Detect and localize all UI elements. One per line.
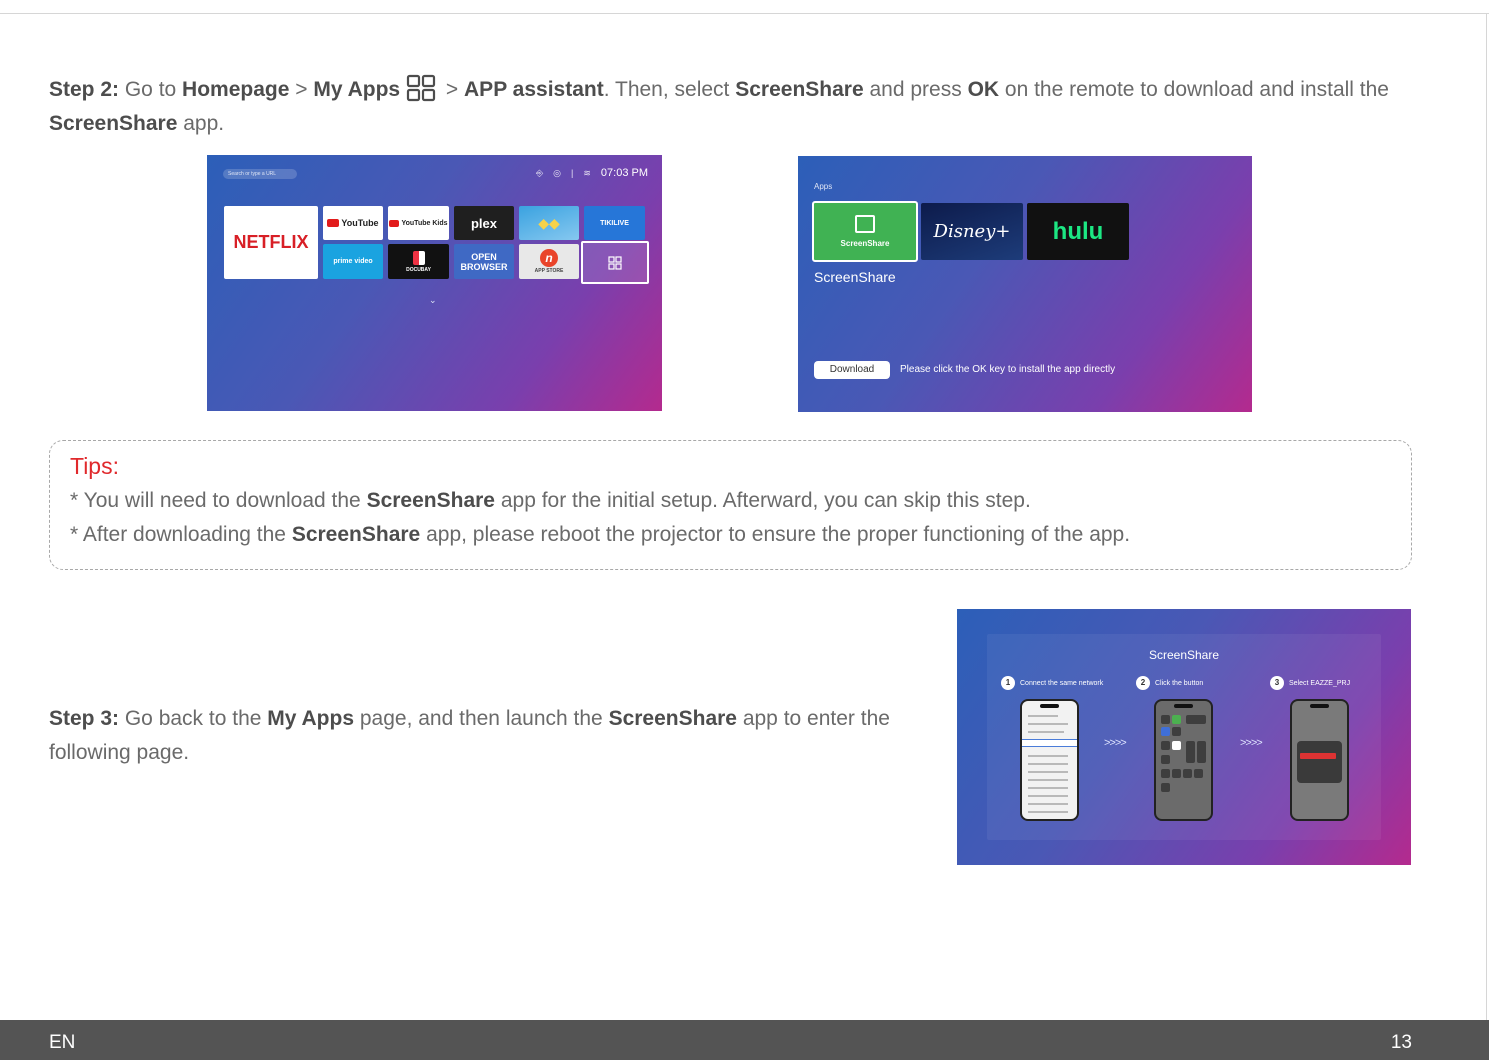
step-3-label: Step 3: bbox=[49, 707, 120, 730]
page-number: 13 bbox=[1390, 1032, 1412, 1053]
apps-grid-icon bbox=[608, 255, 622, 270]
netflix-tile: NETFLIX bbox=[224, 206, 318, 279]
step-1-instruction: 1 Connect the same network bbox=[1001, 676, 1103, 690]
app-assistant-term: APP assistant bbox=[464, 78, 604, 101]
tip-2: * After downloading the ScreenShare app,… bbox=[70, 523, 1131, 546]
open-browser-tile: OPEN BROWSER bbox=[454, 244, 514, 279]
top-rule bbox=[0, 13, 1489, 14]
app-store-logo-icon: n bbox=[540, 249, 558, 267]
download-button: Download bbox=[814, 361, 890, 379]
plex-tile: plex bbox=[454, 206, 514, 240]
app-store-tile: n APP STORE bbox=[519, 244, 579, 279]
tip-1: * You will need to download the ScreenSh… bbox=[70, 489, 1031, 512]
settings-icon: ◎ bbox=[553, 168, 562, 178]
home-screen-screenshot: Search or type a URL ⎆ ◎ | ≋ 07:03 PM NE… bbox=[207, 155, 662, 411]
divider-icon: | bbox=[571, 168, 574, 178]
screenshare-tile-selected: ScreenShare bbox=[812, 201, 918, 262]
screen-mirror-button bbox=[1172, 741, 1181, 750]
device-item bbox=[1300, 753, 1336, 759]
apps-grid-icon bbox=[406, 74, 436, 102]
app-assistant-screenshot: Apps ScreenShare Disney+ hulu ScreenShar… bbox=[798, 156, 1252, 412]
selected-app-name: ScreenShare bbox=[814, 269, 896, 285]
screenshare-icon bbox=[855, 215, 875, 233]
screenshare-app-screenshot: ScreenShare 1 Connect the same network 2C… bbox=[957, 609, 1411, 865]
youtube-kids-tile: YouTube Kids bbox=[388, 206, 449, 240]
step-2-label: Step 2: bbox=[49, 78, 120, 101]
phone-wifi-settings bbox=[1020, 699, 1079, 821]
homepage-term: Homepage bbox=[182, 78, 290, 101]
step-2-instruction: 2 Click the button bbox=[1136, 676, 1203, 690]
arrows-2-icon: >>>> bbox=[1240, 737, 1263, 749]
tikilive-tile: TIKILIVE bbox=[584, 206, 645, 240]
device-list-popup bbox=[1297, 741, 1342, 783]
screenshare-title: ScreenShare bbox=[1148, 648, 1220, 662]
apps-section-label: Apps bbox=[814, 182, 833, 191]
step-3-instruction: 3 Select EAZZE_PRJ bbox=[1270, 676, 1350, 690]
my-apps-tile-selected bbox=[581, 241, 649, 284]
clock: 07:03 PM bbox=[600, 167, 648, 179]
page-footer: EN 13 bbox=[0, 1020, 1489, 1060]
my-apps-term: My Apps bbox=[313, 78, 401, 101]
right-rule bbox=[1486, 13, 1487, 1020]
step-2-text: Step 2: Go to Homepage > My Apps > APP a… bbox=[49, 73, 1439, 141]
youtube-kids-logo-icon bbox=[389, 219, 400, 227]
selected-network-row bbox=[1022, 739, 1077, 747]
language-label: EN bbox=[49, 1032, 76, 1053]
tips-title: Tips: bbox=[70, 453, 119, 479]
youtube-logo-icon bbox=[327, 219, 340, 227]
wifi-icon: ≋ bbox=[583, 168, 591, 178]
chevron-down-icon: ⌄ bbox=[429, 295, 437, 305]
phone-select-device bbox=[1290, 699, 1349, 821]
url-search-bar: Search or type a URL bbox=[223, 169, 297, 179]
disney-plus-tile: Disney+ bbox=[921, 203, 1023, 260]
ok-term: OK bbox=[967, 78, 1000, 101]
game-tile: ◆◆ bbox=[519, 206, 579, 240]
step-3-text: Step 3: Go back to the My Apps page, and… bbox=[49, 707, 890, 764]
youtube-tile: YouTube bbox=[323, 206, 383, 240]
docubay-tile: DOCUBAY bbox=[388, 244, 449, 279]
install-hint: Please click the OK key to install the a… bbox=[900, 364, 1116, 375]
phone-control-center bbox=[1154, 699, 1213, 821]
docubay-logo-icon bbox=[412, 250, 425, 265]
manual-page: Step 2: Go to Homepage > My Apps > APP a… bbox=[0, 0, 1489, 1060]
arrows-1-icon: >>>> bbox=[1104, 737, 1127, 749]
input-icon: ⎆ bbox=[535, 168, 544, 178]
prime-video-tile: prime video bbox=[323, 244, 383, 279]
tips-box: Tips: * You will need to download the Sc… bbox=[49, 440, 1412, 570]
hulu-tile: hulu bbox=[1027, 203, 1129, 260]
status-bar: ⎆ ◎ | ≋ 07:03 PM bbox=[536, 166, 648, 180]
